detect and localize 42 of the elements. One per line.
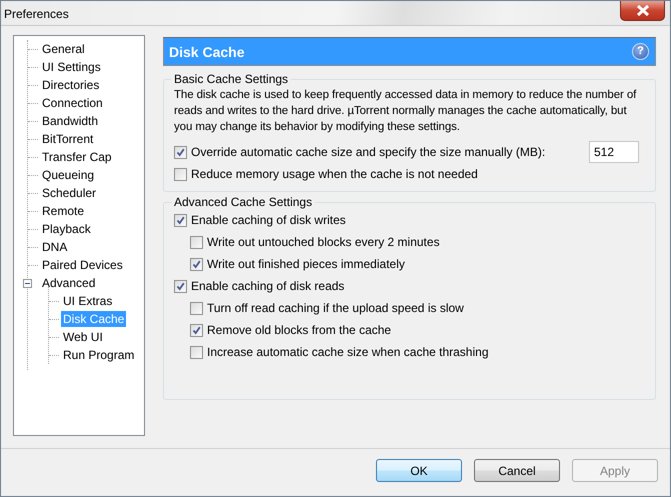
tree-item[interactable]: Transfer Cap — [40, 149, 114, 165]
checkbox[interactable]: Remove old blocks from the cache — [190, 323, 392, 337]
close-button[interactable] — [620, 1, 665, 21]
window-title: Preferences — [3, 6, 69, 21]
check-icon — [176, 148, 185, 156]
check-icon — [192, 326, 201, 334]
dialog-button[interactable]: Cancel — [474, 459, 560, 482]
tree-item[interactable]: Advanced — [40, 275, 98, 291]
page-title: Disk Cache — [169, 44, 244, 60]
tree-item[interactable]: Queueing — [40, 167, 96, 183]
checkbox[interactable]: Override automatic cache size and specify the size manually (MB): — [174, 145, 546, 159]
group-title: Advanced Cache Settings — [173, 195, 314, 209]
tree-item[interactable]: Connection — [40, 95, 105, 111]
tree-item[interactable]: DNA — [40, 239, 70, 255]
tree-item[interactable]: Playback — [40, 221, 93, 237]
tree-item[interactable]: UI Settings — [40, 59, 103, 75]
description-text: The disk cache is used to keep frequently accessed data in memory to reduce the number of reads and writes to the hard drive. µTorrent normally manages the cache automatically, but you may change its behavior by modifying these settings. — [174, 88, 638, 135]
tree-item[interactable]: General — [40, 41, 87, 57]
tree-item[interactable]: Web UI — [61, 329, 105, 345]
dialog-button[interactable]: OK — [376, 459, 462, 482]
checkbox[interactable]: Write out finished pieces immediately — [190, 257, 405, 271]
tree-item[interactable]: UI Extras — [61, 293, 114, 309]
checkbox[interactable]: Turn off read caching if the upload speed is slow — [190, 301, 464, 315]
tree-item[interactable]: Run Program — [61, 347, 136, 363]
group-title: Basic Cache Settings — [173, 72, 290, 86]
close-icon — [636, 5, 650, 16]
size-field[interactable]: 512 — [589, 141, 639, 163]
checkbox[interactable]: Reduce memory usage when the cache is not needed — [174, 167, 478, 181]
check-icon — [176, 216, 185, 224]
check-icon — [192, 260, 201, 268]
tree-item[interactable]: Paired Devices — [40, 257, 125, 273]
tree-item[interactable]: BitTorrent — [40, 131, 96, 147]
check-icon — [176, 282, 185, 290]
tree-item[interactable]: Directories — [40, 77, 102, 93]
checkbox[interactable]: Enable caching of disk writes — [174, 213, 346, 227]
tree-item[interactable]: Scheduler — [40, 185, 98, 201]
tree-item[interactable]: Remote — [40, 203, 86, 219]
checkbox[interactable]: Write out untouched blocks every 2 minutes — [190, 235, 440, 249]
collapse-icon[interactable] — [23, 278, 32, 288]
tree-item[interactable]: Bandwidth — [40, 113, 100, 129]
checkbox[interactable]: Enable caching of disk reads — [174, 279, 344, 293]
checkbox[interactable]: Increase automatic cache size when cache thrashing — [190, 345, 488, 359]
